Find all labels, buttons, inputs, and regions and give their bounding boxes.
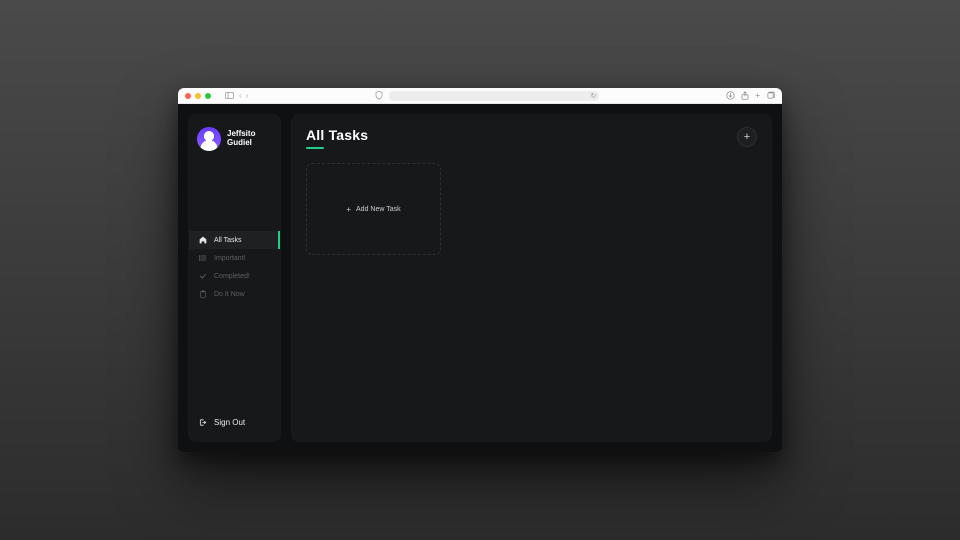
close-window-icon[interactable] xyxy=(185,93,191,99)
sidebar-item-completed[interactable]: Completed! xyxy=(189,267,280,285)
list-icon xyxy=(199,254,207,262)
sign-out-label: Sign Out xyxy=(214,418,245,427)
profile-name: Jeffsito Gudiel xyxy=(227,130,272,148)
sign-out-icon xyxy=(199,418,207,427)
main-header: All Tasks + xyxy=(306,127,757,149)
home-icon xyxy=(199,236,207,244)
maximize-window-icon[interactable] xyxy=(205,93,211,99)
sidebar-item-label: Do It Now xyxy=(214,291,245,298)
app-root: Jeffsito Gudiel All Tasks Important! xyxy=(178,104,782,452)
clipboard-icon xyxy=(199,290,207,298)
window-controls[interactable] xyxy=(185,93,211,99)
sidebar-item-label: Completed! xyxy=(214,273,250,280)
reload-icon[interactable]: ↻ xyxy=(590,92,596,100)
avatar xyxy=(197,127,221,151)
downloads-icon[interactable] xyxy=(726,91,735,100)
privacy-shield-icon[interactable] xyxy=(375,91,383,100)
new-tab-plus-icon[interactable]: + xyxy=(755,91,760,100)
plus-icon: + xyxy=(346,205,351,214)
minimize-window-icon[interactable] xyxy=(195,93,201,99)
nav-arrows: ‹ › xyxy=(239,91,248,100)
sidebar-toggle-icon[interactable] xyxy=(225,92,234,99)
sidebar-item-important[interactable]: Important! xyxy=(189,249,280,267)
task-grid: + Add New Task xyxy=(306,163,757,255)
browser-toolbar: ‹ › ↻ + xyxy=(178,88,782,104)
browser-window: ‹ › ↻ + xyxy=(178,88,782,452)
sidebar-item-label: Important! xyxy=(214,255,246,262)
sign-out-button[interactable]: Sign Out xyxy=(189,412,280,433)
add-task-card[interactable]: + Add New Task xyxy=(306,163,441,255)
back-icon[interactable]: ‹ xyxy=(239,91,242,100)
title-accent xyxy=(306,147,324,149)
page-title: All Tasks xyxy=(306,127,368,143)
share-icon[interactable] xyxy=(741,91,749,100)
address-bar[interactable]: ↻ xyxy=(389,91,599,101)
profile[interactable]: Jeffsito Gudiel xyxy=(189,123,280,161)
sidebar-item-all-tasks[interactable]: All Tasks xyxy=(189,231,280,249)
sidebar: Jeffsito Gudiel All Tasks Important! xyxy=(188,114,281,442)
sidebar-item-do-it-now[interactable]: Do It Now xyxy=(189,285,280,303)
main-panel: All Tasks + + Add New Task xyxy=(291,114,772,442)
sidebar-item-label: All Tasks xyxy=(214,237,242,244)
plus-icon: + xyxy=(744,131,750,143)
forward-icon[interactable]: › xyxy=(246,91,249,100)
check-icon xyxy=(199,272,207,280)
nav-list: All Tasks Important! Completed! xyxy=(189,231,280,303)
add-task-card-label: Add New Task xyxy=(356,206,401,213)
tabs-overview-icon[interactable] xyxy=(766,91,775,100)
add-task-button[interactable]: + xyxy=(737,127,757,147)
